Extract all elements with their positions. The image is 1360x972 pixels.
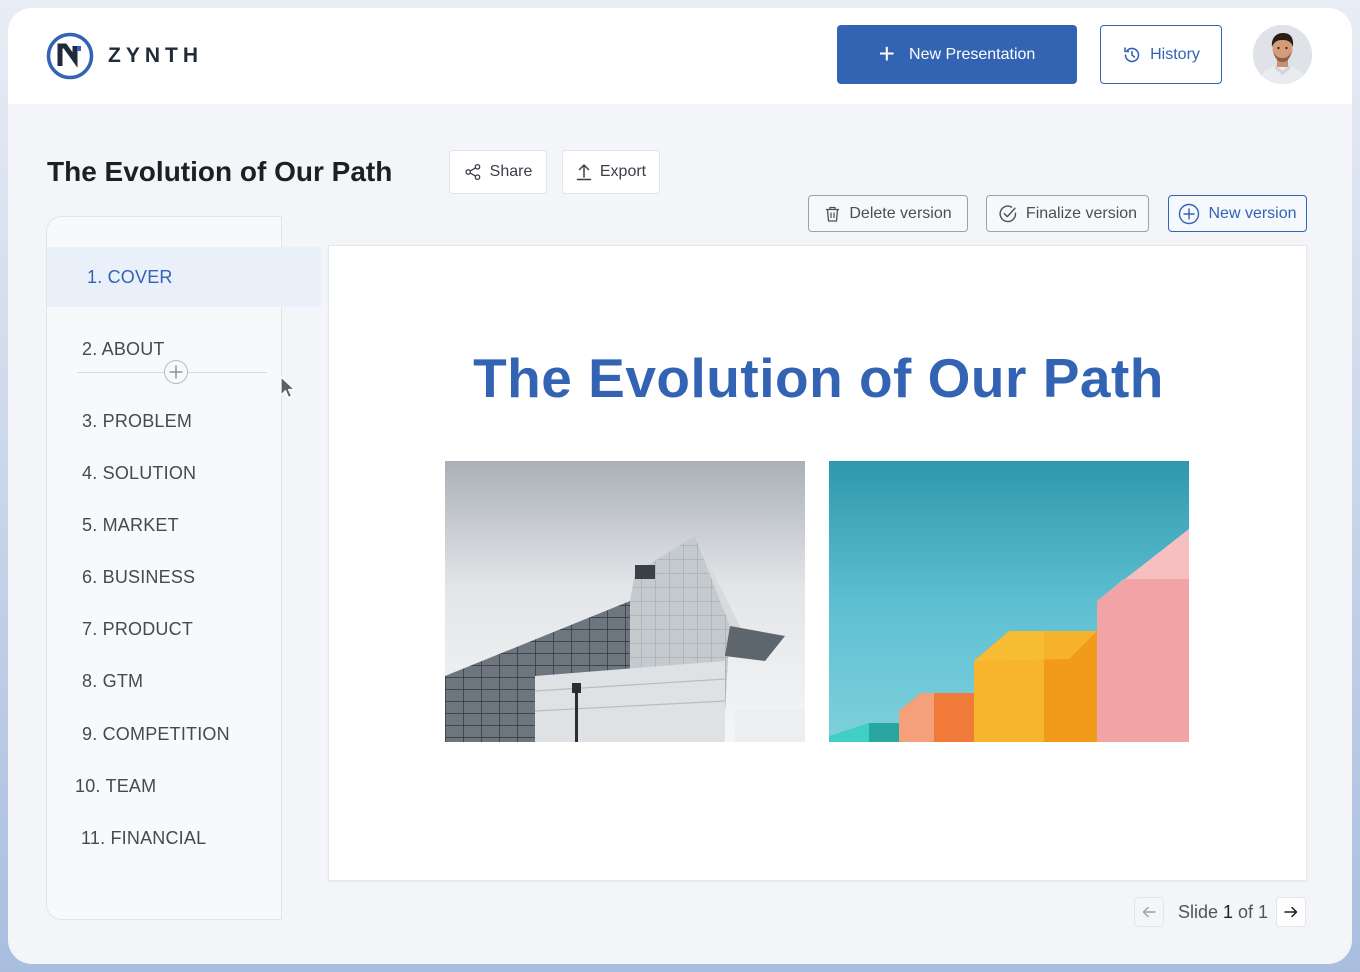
- slide-counter-suffix: of 1: [1233, 902, 1269, 922]
- insert-slide-divider: [77, 359, 267, 385]
- export-button[interactable]: Export: [562, 150, 660, 194]
- share-icon: [464, 163, 480, 181]
- finalize-version-button[interactable]: Finalize version: [986, 195, 1149, 232]
- sidebar-item-label: 4. SOLUTION: [82, 462, 197, 483]
- brand-name: ZYNTH: [108, 44, 203, 67]
- slide-image-colored-blocks[interactable]: [829, 461, 1189, 742]
- finalize-version-label: Finalize version: [1025, 204, 1138, 222]
- sidebar-item-problem[interactable]: 3. PROBLEM: [47, 395, 316, 447]
- top-header: ZYNTH + New Presentation History: [8, 8, 1352, 104]
- new-version-label: New version: [1208, 204, 1297, 222]
- export-label: Export: [599, 163, 647, 180]
- sidebar-item-business[interactable]: 6. BUSINESS: [47, 551, 316, 603]
- slide-pager: Slide 1 of 1: [1134, 897, 1309, 928]
- sidebar-item-market[interactable]: 5. MARKET: [47, 499, 316, 551]
- trash-icon: [826, 206, 840, 222]
- new-presentation-label: New Presentation: [909, 45, 1036, 63]
- share-label: Share: [489, 163, 533, 180]
- sidebar-item-financial[interactable]: 11. FINANCIAL: [47, 812, 315, 864]
- upload-icon: [576, 164, 592, 181]
- slide-counter-prefix: Slide: [1178, 902, 1224, 922]
- sidebar-item-team[interactable]: 10. TEAM: [47, 760, 309, 812]
- slide-outline-sidebar: 1. COVER 2. ABOUT 3. PROBLEM 4. SOLUTION…: [46, 216, 321, 920]
- arrow-right-icon: [1284, 906, 1298, 918]
- logo-mark-icon: [46, 32, 94, 80]
- sidebar-item-label: 8. GTM: [82, 670, 144, 691]
- sidebar-item-label: 5. MARKET: [82, 514, 179, 535]
- sidebar-item-competition[interactable]: 9. COMPETITION: [47, 708, 316, 760]
- user-avatar[interactable]: [1253, 25, 1312, 84]
- history-label: History: [1150, 45, 1200, 63]
- slide-image-building[interactable]: [445, 461, 805, 742]
- sidebar-item-label: 1. COVER: [87, 266, 173, 287]
- plus-icon: +: [878, 37, 896, 69]
- check-circle-icon: [999, 204, 1017, 222]
- new-presentation-button[interactable]: + New Presentation: [837, 25, 1077, 84]
- app-frame: ZYNTH + New Presentation History The Evo…: [8, 8, 1352, 964]
- arrow-left-icon: [1142, 906, 1156, 918]
- colored-blocks-photo-icon: [829, 461, 1189, 742]
- avatar-portrait-icon: [1253, 25, 1312, 84]
- sidebar-item-label: 2. ABOUT: [82, 338, 165, 359]
- sidebar-item-cover[interactable]: 1. COVER: [47, 247, 321, 307]
- insert-slide-button[interactable]: [164, 360, 188, 384]
- history-button[interactable]: History: [1100, 25, 1222, 84]
- history-icon: [1124, 46, 1140, 62]
- slide-title[interactable]: The Evolution of Our Path: [329, 346, 1308, 410]
- sidebar-item-solution[interactable]: 4. SOLUTION: [47, 447, 316, 499]
- slide-counter: Slide 1 of 1: [1178, 902, 1268, 923]
- brand-logo[interactable]: ZYNTH: [46, 32, 203, 80]
- sidebar-item-label: 3. PROBLEM: [82, 410, 193, 431]
- plus-circle-icon: [1179, 203, 1200, 224]
- slide-counter-current: 1: [1223, 902, 1234, 922]
- sidebar-item-label: 11. FINANCIAL: [81, 827, 207, 848]
- plus-icon: [169, 365, 183, 379]
- sidebar-item-label: 9. COMPETITION: [82, 723, 230, 744]
- new-version-button[interactable]: New version: [1168, 195, 1307, 232]
- slide-canvas[interactable]: The Evolution of Our Path: [328, 245, 1307, 881]
- sidebar-item-product[interactable]: 7. PRODUCT: [47, 603, 316, 655]
- share-button[interactable]: Share: [449, 150, 547, 194]
- mouse-cursor-icon: [280, 376, 296, 399]
- presentation-title: The Evolution of Our Path: [47, 156, 393, 187]
- next-slide-button[interactable]: [1276, 897, 1306, 927]
- delete-version-label: Delete version: [849, 204, 952, 222]
- sidebar-item-label: 7. PRODUCT: [82, 618, 194, 639]
- sidebar-item-gtm[interactable]: 8. GTM: [47, 655, 316, 707]
- sidebar-item-label: 6. BUSINESS: [82, 566, 196, 587]
- delete-version-button[interactable]: Delete version: [808, 195, 968, 232]
- sidebar-item-label: 10. TEAM: [75, 775, 157, 796]
- building-photo-icon: [445, 461, 805, 742]
- previous-slide-button[interactable]: [1134, 897, 1164, 927]
